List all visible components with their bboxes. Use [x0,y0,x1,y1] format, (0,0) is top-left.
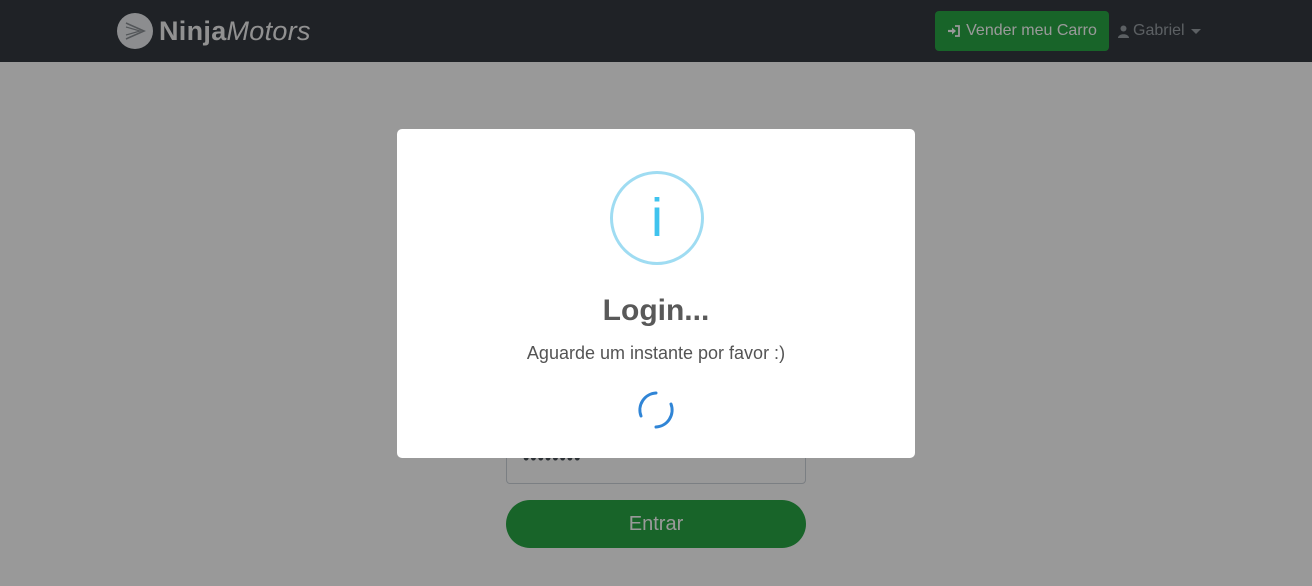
spinner-icon [635,389,677,431]
loading-modal: i Login... Aguarde um instante por favor… [397,129,915,458]
modal-message: Aguarde um instante por favor :) [526,343,786,363]
modal-title: Login... [602,294,710,327]
info-icon: i [610,171,704,265]
